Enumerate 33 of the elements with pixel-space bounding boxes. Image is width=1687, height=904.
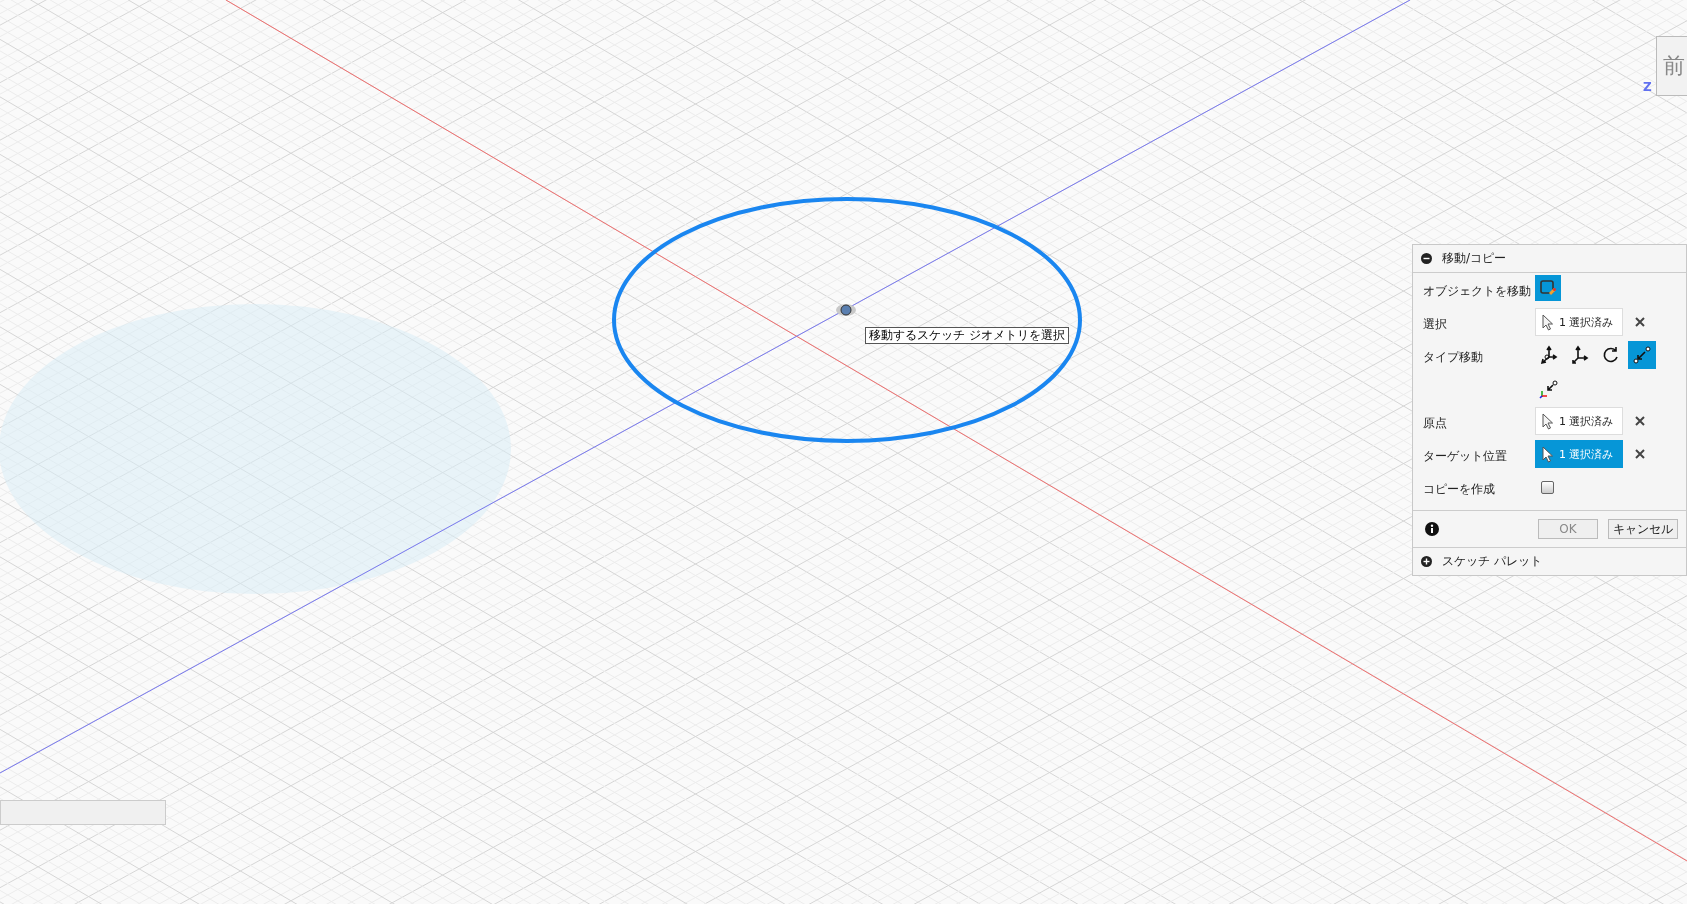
field-label: タイプ移動 xyxy=(1423,349,1484,366)
clear-icon[interactable] xyxy=(1635,416,1645,426)
cancel-button[interactable]: キャンセル xyxy=(1608,519,1678,539)
section-title[interactable]: スケッチ パレット xyxy=(1442,553,1542,570)
panel-title: 移動/コピー xyxy=(1442,250,1507,267)
checkbox[interactable] xyxy=(1541,481,1554,494)
cursor-icon xyxy=(1542,445,1554,463)
collapse-icon[interactable] xyxy=(1421,253,1432,264)
expand-icon[interactable] xyxy=(1421,556,1432,567)
selection-field[interactable]: 1 選択済み xyxy=(1535,407,1623,435)
clear-icon[interactable] xyxy=(1635,317,1645,327)
selection-field[interactable]: 1 選択済み xyxy=(1535,308,1623,336)
field-label: コピーを作成 xyxy=(1423,481,1496,498)
field-label: ターゲット位置 xyxy=(1423,448,1508,465)
center-point[interactable] xyxy=(836,304,856,316)
coordinate-point-icon xyxy=(1539,379,1559,399)
point-to-point-icon xyxy=(1632,345,1652,365)
object-select-button[interactable] xyxy=(1535,275,1561,301)
cursor-icon xyxy=(1542,313,1554,331)
clear-icon[interactable] xyxy=(1635,449,1645,459)
info-icon[interactable] xyxy=(1425,522,1439,536)
sketch-edit-icon xyxy=(1539,279,1557,297)
tooltip: 移動するスケッチ ジオメトリを選択 xyxy=(865,327,1069,344)
sketch-circle[interactable] xyxy=(612,197,1082,443)
cursor-icon xyxy=(1542,412,1554,430)
point-to-point-button[interactable] xyxy=(1628,341,1656,369)
field-label: 原点 xyxy=(1423,415,1448,432)
field-label: 選択 xyxy=(1423,316,1448,333)
rotate-icon xyxy=(1601,345,1621,365)
field-label: オブジェクトを移動 xyxy=(1423,283,1532,300)
axes-icon xyxy=(1570,345,1590,365)
axis-label: Z xyxy=(1643,80,1652,94)
move-arrows-icon xyxy=(1539,345,1559,365)
